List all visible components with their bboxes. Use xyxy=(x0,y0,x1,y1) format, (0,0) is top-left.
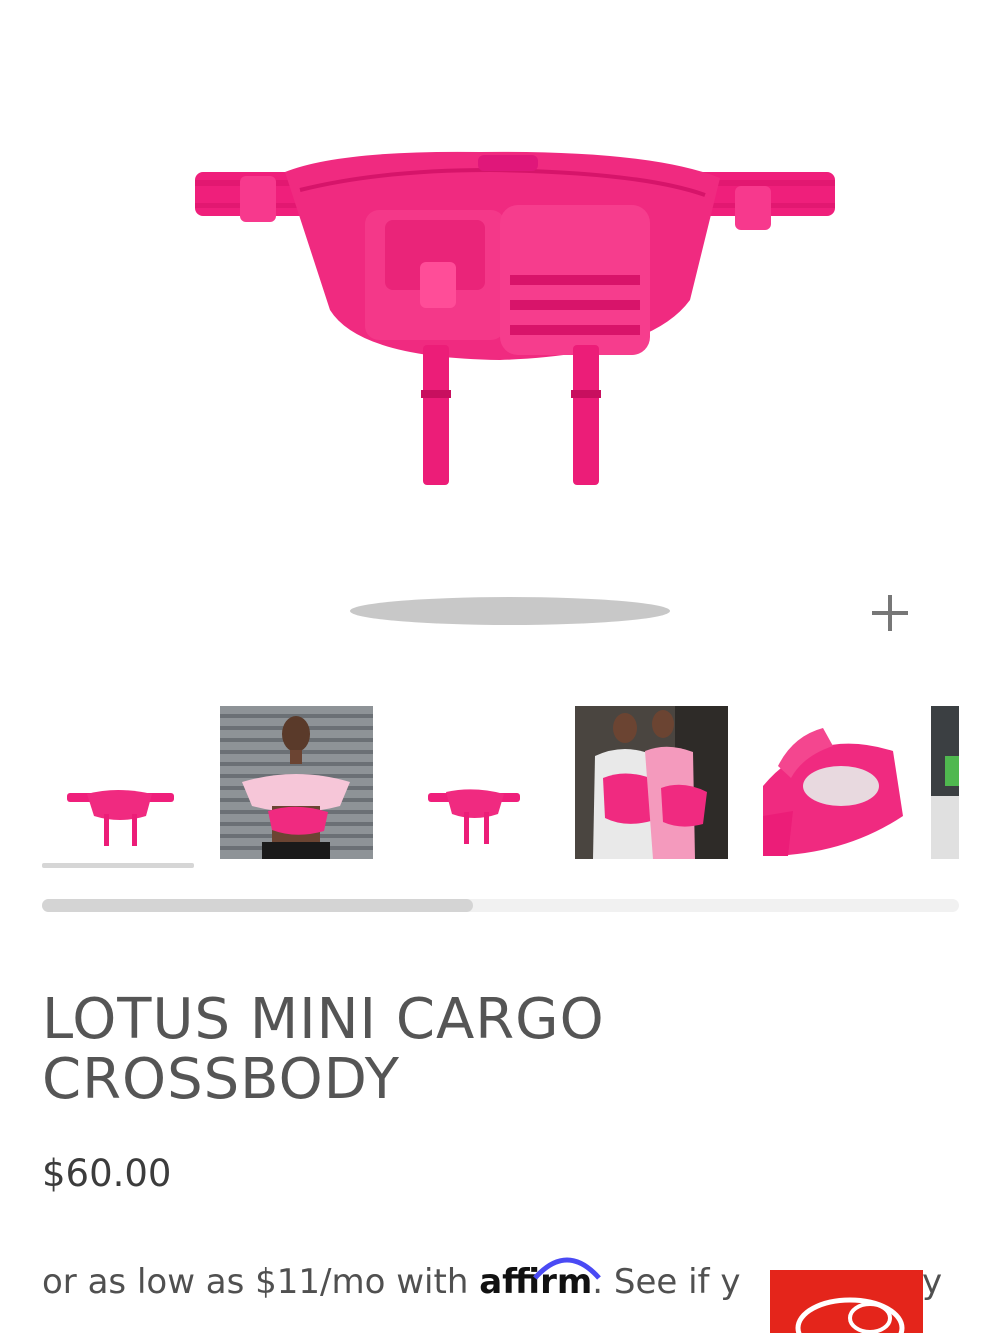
see-if-qualify-link[interactable]: . See if y xyxy=(592,1262,740,1302)
hero-product-image[interactable] xyxy=(0,0,1000,680)
product-title: LOTUS MINI CARGO CROSSBODY xyxy=(42,990,742,1110)
product-bag-illustration xyxy=(195,151,835,625)
thumb-product-open[interactable] xyxy=(753,706,906,859)
product-title-line1: LOTUS MINI CARGO xyxy=(42,987,605,1052)
bag-open-thumbnail-image xyxy=(763,728,903,856)
active-thumb-indicator xyxy=(42,863,194,868)
affirm-logo: affirm xyxy=(479,1257,602,1302)
thumb-product-front[interactable] xyxy=(42,706,195,859)
product-title-line2: CROSSBODY xyxy=(42,1047,400,1112)
financing-prefix: or as low as $11/mo with xyxy=(42,1262,469,1302)
chat-bubble-icon xyxy=(795,1297,905,1333)
thumbnail-strip[interactable] xyxy=(42,706,959,871)
zoom-button[interactable] xyxy=(860,585,920,640)
partial-photo-image xyxy=(931,706,959,859)
financing-message: or as low as $11/mo with affirm. See if … xyxy=(42,1257,740,1302)
chat-widget-button[interactable] xyxy=(770,1270,923,1333)
thumbnail-scrollbar[interactable] xyxy=(42,899,959,912)
affirm-arc-icon xyxy=(533,1257,602,1280)
thumb-partial[interactable] xyxy=(931,706,959,859)
thumb-two-models[interactable] xyxy=(575,706,728,859)
bag-thumbnail-image xyxy=(67,790,174,846)
financing-tail: y xyxy=(922,1262,943,1302)
bag-side-thumbnail-image xyxy=(428,789,520,844)
thumb-model-street[interactable] xyxy=(220,706,373,859)
plus-icon xyxy=(872,594,908,631)
two-models-photo-image xyxy=(575,706,728,859)
product-price: $60.00 xyxy=(42,1152,172,1195)
model-photo-image xyxy=(220,706,373,859)
thumbnail-scrollbar-thumb[interactable] xyxy=(42,899,473,912)
thumb-product-side[interactable] xyxy=(398,706,551,859)
